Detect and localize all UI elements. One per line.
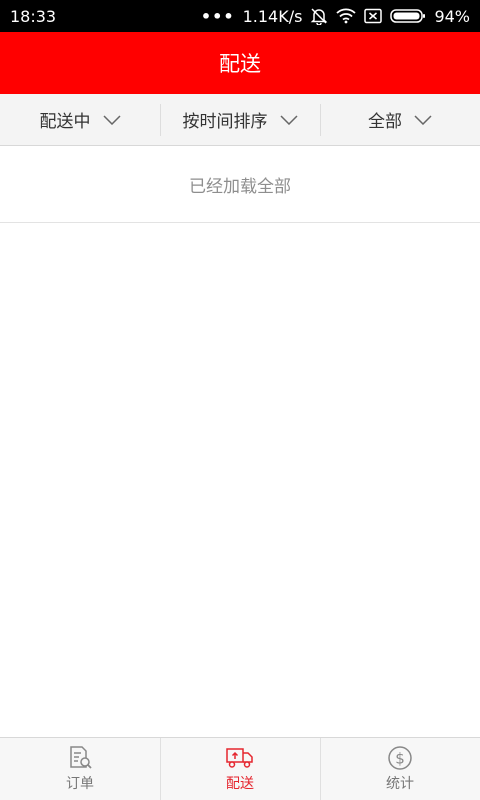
chevron-down-icon [279,110,298,130]
sort-filter-label: 按时间排序 [182,112,268,132]
battery-percent: 94% [434,6,470,26]
notification-mute-icon [310,7,328,25]
tab-orders-label: 订单 [66,776,94,792]
filter-bar: 配送中 按时间排序 全部 [0,94,480,146]
tab-orders[interactable]: 订单 [0,738,160,800]
status-filter-label: 配送中 [39,112,91,132]
tab-statistics[interactable]: $ 统计 [320,738,480,800]
list-end-message: 已经加载全部 [0,146,480,223]
wifi-icon [336,8,357,24]
sort-filter-dropdown[interactable]: 按时间排序 [160,94,320,145]
tab-delivery[interactable]: 配送 [160,738,320,800]
dollar-circle-icon: $ [386,745,414,771]
status-filter-dropdown[interactable]: 配送中 [0,94,160,145]
bottom-tab-bar: 订单 配送 $ 统计 [0,737,480,800]
status-time: 18:33 [10,6,57,26]
order-search-icon [66,745,94,771]
sim-error-icon [364,8,383,24]
delivery-truck-icon [225,745,255,771]
tab-delivery-label: 配送 [226,776,254,792]
scope-filter-dropdown[interactable]: 全部 [320,94,480,145]
battery-icon [390,8,426,24]
network-speed: 1.14K/s [242,6,303,26]
svg-text:$: $ [395,750,405,768]
status-bar: 18:33 ••• 1.14K/s 94% [0,0,480,32]
chevron-down-icon [414,110,432,130]
page-title: 配送 [219,52,261,76]
scope-filter-label: 全部 [368,112,402,132]
tab-statistics-label: 统计 [386,776,414,792]
chevron-down-icon [102,110,121,130]
app-bar: 配送 [0,32,480,94]
status-icons: ••• 1.14K/s 94% [201,7,470,26]
list-end-text: 已经加载全部 [189,176,291,197]
signal-dots-icon: ••• [200,6,235,26]
